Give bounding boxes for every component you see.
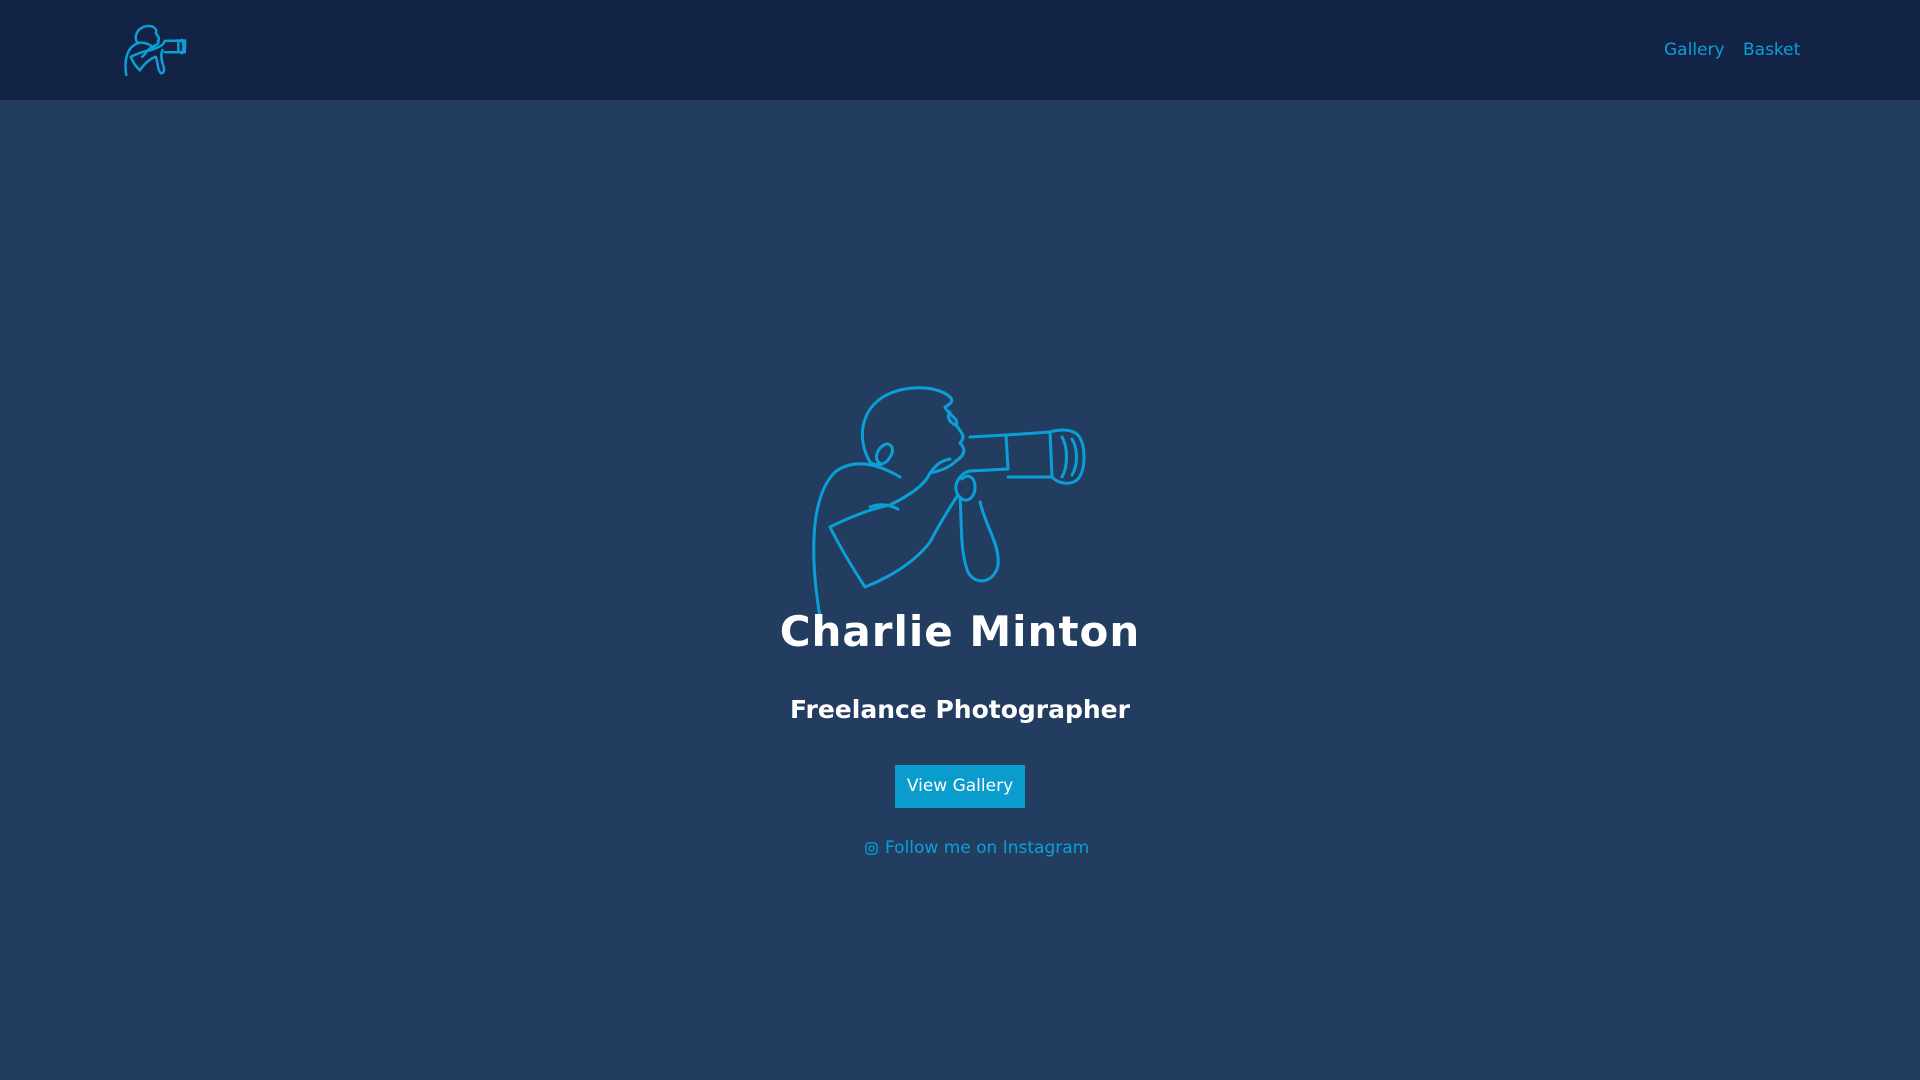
top-navbar: Gallery Basket	[0, 0, 1920, 100]
photographer-name: Charlie Minton	[779, 607, 1141, 656]
hero-section: Charlie Minton Freelance Photographer Vi…	[0, 100, 1920, 1080]
nav-gallery-link[interactable]: Gallery	[1664, 38, 1725, 62]
instagram-link-label: Follow me on Instagram	[885, 838, 1090, 858]
photographer-logo-icon[interactable]	[124, 22, 192, 78]
photographer-role: Freelance Photographer	[790, 695, 1130, 724]
instagram-icon	[865, 841, 878, 855]
instagram-link[interactable]: Follow me on Instagram	[864, 836, 1089, 860]
nav-basket-link[interactable]: Basket	[1743, 38, 1800, 62]
view-gallery-button[interactable]: View Gallery	[895, 765, 1025, 808]
